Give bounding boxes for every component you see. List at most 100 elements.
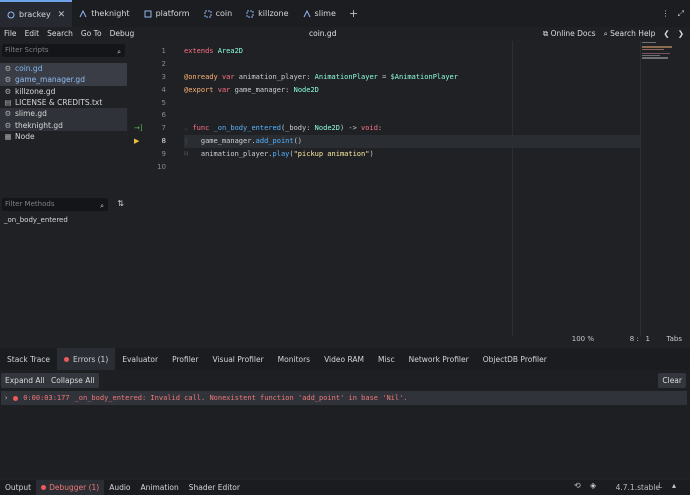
- script-item-theknight[interactable]: ⚙ theknight.gd: [0, 119, 127, 131]
- plus-icon[interactable]: +: [343, 0, 364, 27]
- code-editor[interactable]: 1 2 3 4 5 6 →] 7 ▶ 8 9 10 extends Area2D @…: [128, 41, 690, 347]
- prev-script-icon[interactable]: ❮: [663, 29, 669, 38]
- distraction-free-icon[interactable]: ⤢: [678, 9, 684, 19]
- tab-misc[interactable]: Misc: [371, 348, 402, 370]
- menu-search[interactable]: Search: [43, 29, 77, 38]
- sort-icon[interactable]: ⇅: [117, 199, 124, 208]
- search-icon: ⌕: [100, 202, 104, 210]
- line-number: 6: [161, 111, 166, 120]
- node2d-icon: [79, 9, 87, 18]
- dock-shader-editor[interactable]: Shader Editor: [184, 480, 245, 495]
- gear-icon: ⚙: [4, 75, 12, 85]
- tab-objectdb-profiler[interactable]: ObjectDB Profiler: [476, 348, 554, 370]
- node2d-icon: [303, 9, 311, 18]
- menu-debug[interactable]: Debug: [106, 29, 139, 38]
- script-item-game-manager[interactable]: ⚙ game_manager.gd: [0, 74, 127, 86]
- history-icon[interactable]: ⟲: [574, 481, 581, 490]
- editor-status-bar: 100 % 8 : 1 Tabs: [128, 333, 690, 346]
- tab-visual-profiler[interactable]: Visual Profiler: [205, 348, 270, 370]
- scene-tab-coin[interactable]: coin: [197, 0, 240, 27]
- debugger-panel: Stack Trace Errors (1) Evaluator Profile…: [0, 348, 690, 478]
- gear-icon: ⚙: [4, 120, 12, 130]
- minimap[interactable]: [640, 41, 690, 101]
- online-docs-button[interactable]: ⧉ Online Docs: [543, 29, 596, 39]
- tab-monitors[interactable]: Monitors: [271, 348, 317, 370]
- filter-methods-input[interactable]: Filter Methods ⌕: [2, 198, 108, 211]
- area2d-icon: [204, 10, 212, 18]
- cursor-position: 8 : 1: [629, 335, 650, 343]
- scene-tab-brackey[interactable]: brackey ✕: [0, 0, 73, 27]
- expand-panel-icon[interactable]: ▴: [672, 481, 676, 490]
- zoom-level[interactable]: 100 %: [572, 335, 594, 343]
- line-number: 7: [161, 124, 166, 133]
- dock-audio[interactable]: Audio: [104, 480, 135, 495]
- script-item-license[interactable]: ▤ LICENSE & CREDITS.txt: [0, 97, 127, 108]
- dock-animation[interactable]: Animation: [136, 480, 184, 495]
- search-icon: ⌕: [117, 48, 121, 56]
- collapse-all-button[interactable]: Collapse All: [47, 373, 99, 388]
- scene-tab-killzone[interactable]: killzone: [239, 0, 295, 27]
- expand-all-button[interactable]: Expand All: [1, 373, 49, 388]
- dock-debugger[interactable]: Debugger (1): [36, 480, 105, 495]
- line-number: 9: [161, 150, 166, 159]
- scene-tab-slime[interactable]: slime: [296, 0, 343, 27]
- indent-mode[interactable]: Tabs: [667, 335, 683, 343]
- pin-icon[interactable]: ⊥: [656, 481, 663, 490]
- methods-list: _on_body_entered: [4, 216, 68, 224]
- external-link-icon: ⧉: [542, 28, 551, 38]
- chevron-right-icon[interactable]: ›: [4, 394, 8, 402]
- code-line: ⌄ func _on_body_entered(_body: Node2D) -…: [184, 124, 383, 133]
- next-script-icon[interactable]: ❯: [678, 29, 684, 38]
- errors-list: › 0:00:03:177 _on_body_entered: Invalid …: [1, 391, 687, 405]
- scene-tab-platform[interactable]: platform: [137, 0, 197, 27]
- errors-toolbar: Expand All Collapse All Clear: [0, 371, 690, 389]
- code-line: @onready var animation_player: Animation…: [184, 72, 458, 81]
- version-label: 4.7.1.stable: [615, 483, 660, 492]
- close-icon[interactable]: ✕: [58, 10, 66, 20]
- scene-tab-theknight[interactable]: theknight: [72, 0, 136, 27]
- error-dot-icon: [41, 485, 47, 490]
- gear-icon: ⚙: [4, 86, 12, 96]
- code-text[interactable]: extends Area2D @onready var animation_pl…: [184, 45, 640, 174]
- error-row[interactable]: › 0:00:03:177 _on_body_entered: Invalid …: [1, 391, 687, 405]
- method-item[interactable]: _on_body_entered: [4, 216, 68, 224]
- error-message: _on_body_entered: Invalid call. Nonexist…: [74, 394, 408, 402]
- file-title: coin.gd: [309, 29, 337, 38]
- tab-stack-trace[interactable]: Stack Trace: [0, 348, 57, 370]
- bottom-dock: Output Debugger (1) Audio Animation Shad…: [0, 480, 690, 495]
- line-number: 4: [161, 85, 166, 94]
- node2d-icon: [144, 10, 152, 18]
- tab-video-ram[interactable]: Video RAM: [317, 348, 371, 370]
- menu-file[interactable]: File: [0, 29, 21, 38]
- scene-tab-label: brackey: [19, 10, 51, 19]
- script-item-coin[interactable]: ⚙ coin.gd: [0, 63, 127, 75]
- line-number: 5: [161, 98, 166, 107]
- script-item-slime[interactable]: ⚙ slime.gd: [0, 108, 127, 120]
- script-item-killzone[interactable]: ⚙ killzone.gd: [0, 86, 127, 97]
- line-number: 1: [161, 47, 166, 55]
- tab-network-profiler[interactable]: Network Profiler: [402, 348, 476, 370]
- script-item-node[interactable]: ▦ Node: [0, 131, 127, 142]
- tab-evaluator[interactable]: Evaluator: [115, 348, 165, 370]
- godot-icon: ◈: [590, 481, 597, 490]
- line-number: 3: [161, 72, 166, 81]
- menu-dots-icon[interactable]: ⋮: [662, 9, 670, 18]
- search-help-button[interactable]: ⌕ Search Help: [604, 29, 656, 39]
- dock-output[interactable]: Output: [0, 480, 36, 495]
- tab-errors[interactable]: Errors (1): [57, 348, 116, 370]
- signal-connection-icon[interactable]: →]: [134, 122, 143, 135]
- menu-go-to[interactable]: Go To: [77, 29, 106, 38]
- scene-icon: [7, 11, 15, 19]
- line-number: 8: [161, 137, 166, 146]
- scene-tab-label: platform: [155, 9, 190, 18]
- filter-scripts-input[interactable]: Filter Scripts ⌕: [2, 44, 125, 57]
- scene-tab-label: killzone: [258, 9, 289, 18]
- menu-edit[interactable]: Edit: [21, 29, 44, 38]
- tab-profiler[interactable]: Profiler: [165, 348, 205, 370]
- line-number: 2: [161, 59, 166, 68]
- clear-button[interactable]: Clear: [658, 373, 686, 388]
